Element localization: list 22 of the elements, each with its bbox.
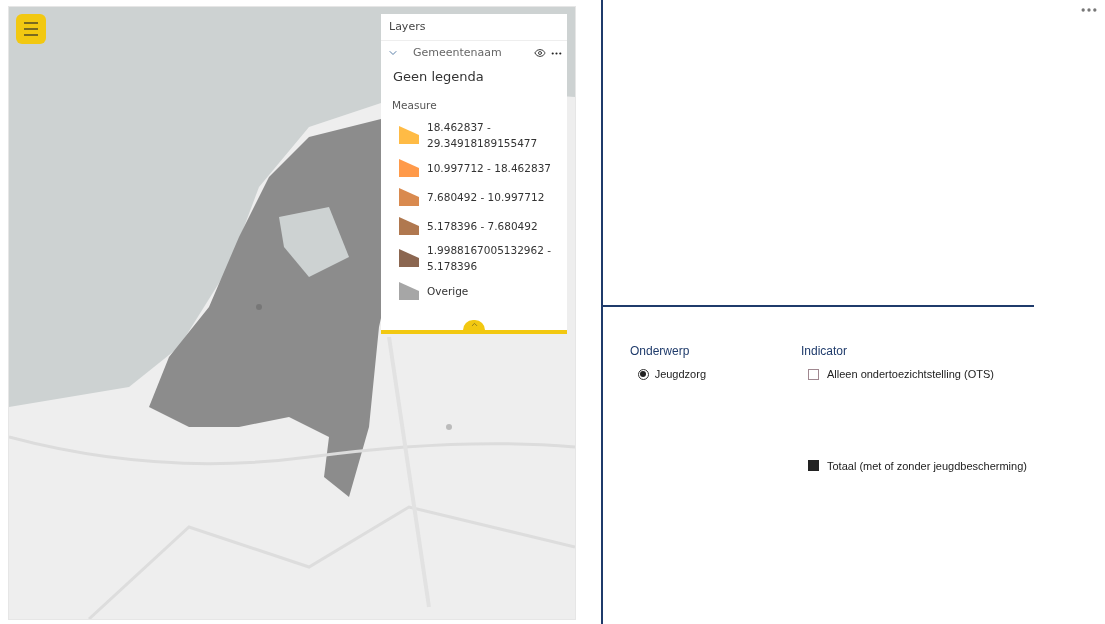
- onderwerp-title: Onderwerp: [630, 343, 691, 360]
- legend-label: 7.680492 - 10.997712: [427, 189, 546, 205]
- legend-note: Geen legenda: [393, 68, 485, 86]
- map[interactable]: Layers Gemeentenaam Geen legenda Measure 18.462837 - 29.34918189155477 10.997712 - 18.462837 7.680492 - 10.997712 5.178396 - 7.680492 1.9988167005132962 - 5.178396 Overige: [8, 6, 576, 620]
- checkbox[interactable]: [808, 460, 819, 472]
- radio-option[interactable]: Jeugdzorg: [638, 366, 706, 383]
- checkbox-option[interactable]: Alleen ondertoezichtstelling (OTS): [808, 366, 1027, 383]
- indicator-title: Indicator: [801, 343, 849, 360]
- legend-label: 5.178396 - 7.680492: [427, 218, 539, 234]
- legend-label: Overige: [427, 283, 470, 299]
- legend-label: 10.997712 - 18.462837: [427, 160, 552, 176]
- collapse-button[interactable]: [463, 320, 485, 330]
- checkbox-option[interactable]: Totaal (met of zonder jeugdbescherming): [808, 457, 1027, 474]
- checkbox[interactable]: [808, 368, 819, 380]
- eye-icon[interactable]: [534, 47, 546, 59]
- chevron-up-icon: [469, 320, 479, 329]
- menu-button[interactable]: [16, 14, 46, 44]
- layer-name: Gemeentenaam: [413, 44, 503, 61]
- measure-label: Measure: [392, 97, 438, 113]
- legend-title: Layers: [381, 14, 567, 41]
- legend-label: 18.462837 - 29.34918189155477: [427, 120, 539, 152]
- legend-label: 1.9988167005132962 - 5.178396: [427, 243, 552, 275]
